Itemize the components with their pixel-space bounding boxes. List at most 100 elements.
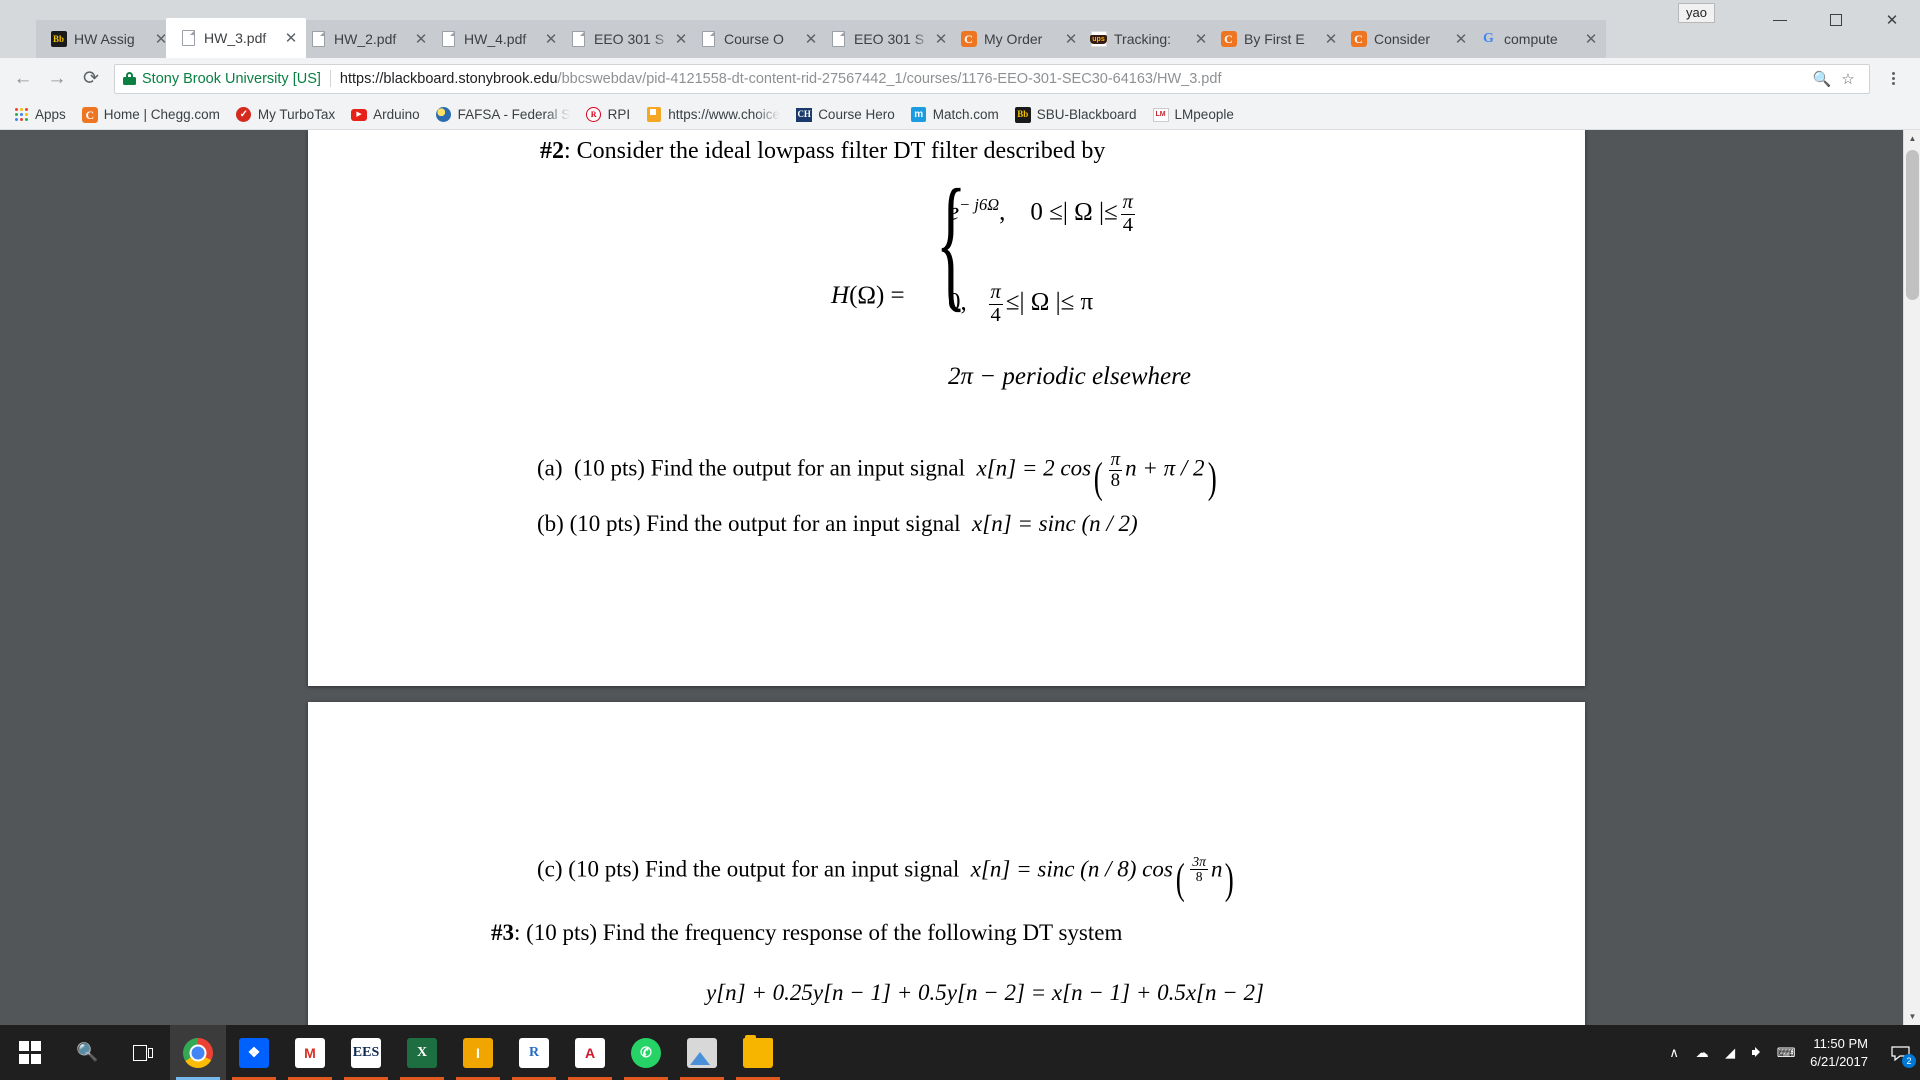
browser-tab[interactable]: C My Order ✕	[946, 20, 1086, 58]
case2-fraction: π 4	[988, 281, 1003, 326]
reload-icon[interactable]: ⟳	[74, 62, 108, 96]
taskbar-app-whatsapp[interactable]: ✆	[618, 1025, 674, 1080]
action-center-icon[interactable]: 2	[1880, 1025, 1920, 1080]
taskbar-app-rstudio[interactable]: R	[506, 1025, 562, 1080]
bookmark-item[interactable]: LM LMpeople	[1146, 103, 1241, 127]
taskbar-app-ees[interactable]: EES	[338, 1025, 394, 1080]
taskbar-app-list: ❖ M EES X I R A ✆	[170, 1025, 786, 1080]
part-b-line: (b) (10 pts) Find the output for an inpu…	[537, 511, 1138, 537]
taskbar-app-excel[interactable]: X	[394, 1025, 450, 1080]
browser-tab[interactable]: EEO 301 S ✕	[556, 20, 696, 58]
pdf-scrollbar[interactable]: ▲ ▼	[1903, 130, 1920, 1025]
address-bar[interactable]: Stony Brook University [US] https://blac…	[114, 63, 1870, 94]
bookmark-item[interactable]: R RPI	[579, 103, 638, 127]
bookmark-item[interactable]: ▶ Arduino	[344, 103, 427, 127]
minimize-button[interactable]	[1752, 0, 1808, 40]
bookmark-star-icon[interactable]: ☆	[1835, 66, 1861, 92]
whatsapp-icon: ✆	[631, 1037, 661, 1068]
lmpeople-icon: LM	[1152, 107, 1169, 123]
browser-tab[interactable]: HW_2.pdf ✕	[296, 20, 436, 58]
url-text: https://blackboard.stonybrook.edu/bbcswe…	[340, 71, 1801, 87]
browser-tab[interactable]: C Consider ✕	[1336, 20, 1476, 58]
close-window-button[interactable]: ✕	[1864, 0, 1920, 40]
browser-tab[interactable]: Bb HW Assig ✕	[36, 20, 176, 58]
zoom-icon[interactable]: 🔍	[1809, 66, 1835, 92]
system-tray: ∧ ☁ ◢ ⌨ 11:50 PM 6/21/2017 2	[1660, 1025, 1920, 1080]
taskbar-app-chrome[interactable]	[170, 1025, 226, 1080]
excel-icon: X	[407, 1037, 437, 1068]
turbotax-icon: ✓	[236, 107, 252, 123]
bookmark-label: Home | Chegg.com	[103, 107, 220, 122]
bookmark-label: Course Hero	[818, 107, 895, 122]
tab-title: EEO 301 S	[594, 31, 665, 47]
browser-tab[interactable]: HW_4.pdf ✕	[426, 20, 566, 58]
taskbar-app-dropbox[interactable]: ❖	[226, 1025, 282, 1080]
chrome-menu-icon[interactable]	[1878, 64, 1908, 94]
omnibox-actions: 🔍 ☆	[1809, 66, 1861, 92]
chegg-icon: C	[81, 106, 98, 123]
onedrive-icon[interactable]: ☁	[1688, 1025, 1716, 1080]
url-path: /bbcswebdav/pid-4121558-dt-content-rid-2…	[557, 70, 1222, 87]
scroll-down-arrow-icon[interactable]: ▼	[1904, 1008, 1920, 1025]
scroll-up-arrow-icon[interactable]: ▲	[1904, 130, 1920, 147]
pdf-icon	[570, 31, 587, 48]
notes-icon: I	[463, 1037, 493, 1068]
start-button[interactable]	[0, 1025, 60, 1080]
gmail-icon: M	[295, 1037, 325, 1068]
bookmark-item[interactable]: m Match.com	[904, 103, 1006, 127]
part-c-line: (c) (10 pts) Find the output for an inpu…	[537, 854, 1237, 904]
question-3-label: #3	[491, 920, 514, 945]
fafsa-icon	[436, 107, 452, 123]
taskbar-app-notes[interactable]: I	[450, 1025, 506, 1080]
bookmark-item[interactable]: https://www.choicehc	[639, 103, 787, 127]
bookmark-item[interactable]: C Home | Chegg.com	[75, 103, 227, 127]
bookmark-label: SBU-Blackboard	[1036, 107, 1137, 122]
taskbar-app-photos[interactable]	[674, 1025, 730, 1080]
bookmark-item[interactable]: ✓ My TurboTax	[229, 103, 342, 127]
part-b-label: (b)	[537, 511, 564, 536]
browser-tab[interactable]: ups Tracking: ✕	[1076, 20, 1216, 58]
lock-icon	[123, 72, 136, 85]
scrollbar-thumb[interactable]	[1906, 150, 1919, 300]
bookmark-label: https://www.choicehc	[668, 107, 780, 122]
url-origin: https://blackboard.stonybrook.edu	[339, 70, 558, 87]
tab-close-icon[interactable]: ✕	[1582, 30, 1600, 48]
browser-tab[interactable]: EEO 301 S ✕	[816, 20, 956, 58]
browser-tab[interactable]: HW_3.pdf ✕	[166, 18, 306, 58]
part-a-frac-den: 8	[1108, 469, 1123, 491]
taskbar-app-acrobat[interactable]: A	[562, 1025, 618, 1080]
chegg-icon: C	[1220, 31, 1237, 48]
apps-grid-icon	[13, 107, 29, 123]
browser-tab[interactable]: Course O ✕	[686, 20, 826, 58]
taskbar-app-explorer[interactable]	[730, 1025, 786, 1080]
network-icon[interactable]: ◢	[1716, 1025, 1744, 1080]
case1-frac-num: π	[1122, 191, 1133, 213]
keyboard-layout-icon[interactable]: ⌨	[1772, 1025, 1800, 1080]
case1-condition: 0 ≤| Ω |≤	[1030, 198, 1118, 226]
pdf-icon	[700, 31, 717, 48]
pdf-icon	[830, 31, 847, 48]
browser-tab[interactable]: C By First E ✕	[1206, 20, 1346, 58]
bookmark-item[interactable]: CH Course Hero	[789, 103, 902, 127]
maximize-button[interactable]	[1808, 0, 1864, 40]
volume-icon[interactable]	[1744, 1025, 1772, 1080]
tab-title: By First E	[1244, 31, 1305, 47]
tab-close-icon[interactable]: ✕	[282, 29, 300, 47]
part-b-text: (10 pts) Find the output for an input si…	[569, 511, 961, 536]
task-view-icon[interactable]	[115, 1025, 170, 1080]
taskbar-app-gmail[interactable]: M	[282, 1025, 338, 1080]
yao-tooltip: yao	[1678, 3, 1715, 23]
equation-case-1: e− j6Ω, 0 ≤| Ω |≤ π 4	[948, 191, 1138, 236]
tab-strip: Bb HW Assig ✕ HW_3.pdf ✕ HW_2.pdf ✕ HW_4.pdf ✕ EE…	[0, 0, 1920, 58]
bookmark-item[interactable]: Apps	[6, 103, 73, 127]
forward-icon[interactable]: →	[40, 62, 74, 96]
clock[interactable]: 11:50 PM 6/21/2017	[1800, 1035, 1880, 1070]
browser-tab[interactable]: Gcompute ✕	[1466, 20, 1606, 58]
bookmark-item[interactable]: Bb SBU-Blackboard	[1008, 103, 1144, 127]
back-icon[interactable]: ←	[6, 62, 40, 96]
search-icon[interactable]: 🔍	[60, 1025, 115, 1080]
show-hidden-icons-icon[interactable]: ∧	[1660, 1025, 1688, 1080]
tab-title: HW_2.pdf	[334, 31, 397, 47]
bookmark-item[interactable]: FAFSA - Federal Stude	[429, 103, 577, 127]
bookmark-label: Arduino	[373, 107, 420, 122]
